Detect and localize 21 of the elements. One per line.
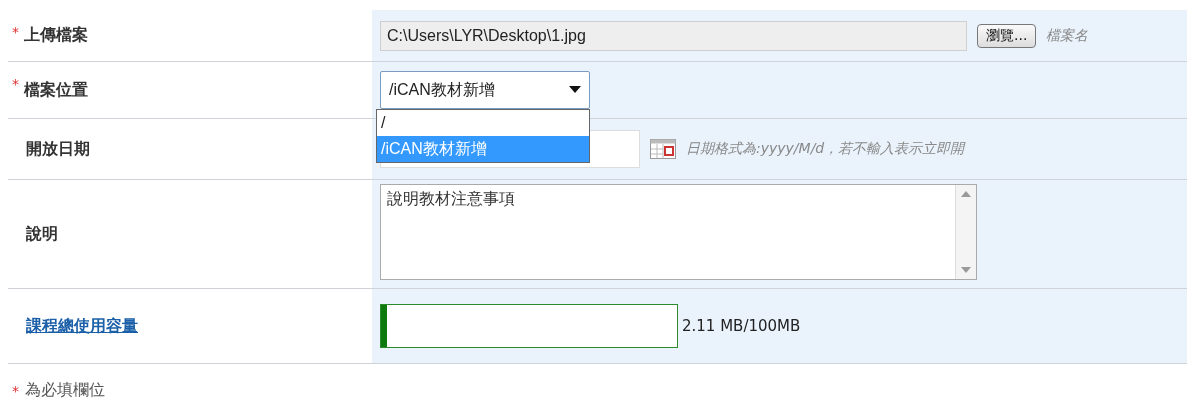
required-mark: * bbox=[12, 24, 20, 40]
folder-select[interactable]: /iCAN教材新增 bbox=[380, 71, 590, 109]
file-path-field[interactable]: C:\Users\LYR\Desktop\1.jpg bbox=[380, 20, 967, 51]
field-label: 說明 bbox=[26, 223, 58, 245]
calendar-icon[interactable] bbox=[650, 139, 676, 159]
browse-button[interactable]: 瀏覽... bbox=[977, 23, 1037, 48]
required-mark: * bbox=[12, 76, 20, 92]
file-name-hint: 檔案名 bbox=[1046, 26, 1089, 45]
field-label: 開放日期 bbox=[26, 138, 90, 160]
usage-reading: 2.11 MB/100MB bbox=[682, 317, 801, 335]
scroll-up-icon[interactable] bbox=[961, 191, 971, 197]
description-field[interactable]: 說明教材注意事項 bbox=[380, 184, 977, 280]
field-label: 檔案位置 bbox=[24, 79, 88, 101]
date-format-hint: 日期格式為:yyyy/M/d，若不輸入表示立即開 bbox=[686, 140, 965, 158]
required-mark: * bbox=[12, 382, 19, 399]
usage-link[interactable]: 課程總使用容量 bbox=[26, 315, 138, 337]
caret-icon bbox=[569, 86, 581, 94]
scrollbar[interactable] bbox=[955, 185, 976, 279]
required-note: 為必填欄位 bbox=[25, 380, 105, 401]
scroll-down-icon[interactable] bbox=[961, 267, 971, 273]
field-label: 上傳檔案 bbox=[24, 25, 88, 46]
